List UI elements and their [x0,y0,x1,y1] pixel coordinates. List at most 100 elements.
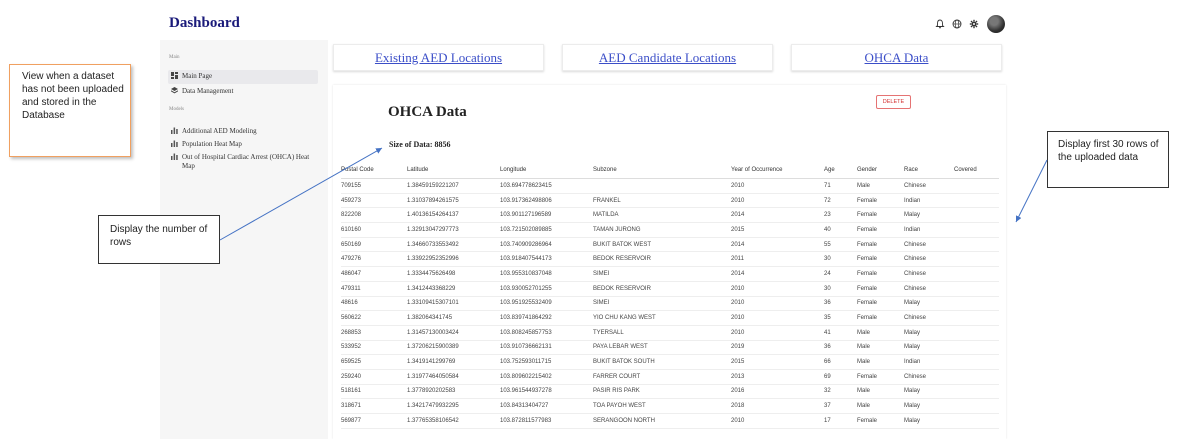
table-row: 822208 1.40136154264137 103.901127196589 MA… [341,207,999,224]
table-cell: Male [857,340,904,356]
table-cell: 40 [824,222,857,238]
avatar[interactable] [987,15,1005,33]
tab-aed-candidate-locations[interactable]: AED Candidate Locations [562,44,773,71]
table-cell: Chinese [904,237,954,253]
table-cell: SIMEI [593,266,731,282]
bar-chart-icon [171,140,178,150]
table-row: 650169 1.34660733553492 103.740909286964 BU… [341,237,999,253]
header-actions [933,15,1005,33]
tab-existing-aed-locations[interactable]: Existing AED Locations [333,44,544,71]
column-header[interactable]: Longitude [500,162,593,179]
sidebar-item-label: Main Page [182,72,213,80]
table-cell: 2013 [731,369,824,385]
table-cell: Female [857,222,904,238]
sidebar-item-additional-aed-modeling[interactable]: Additional AED Modeling [168,125,318,139]
table-cell: 103.740909286964 [500,237,593,253]
table-cell: Female [857,237,904,253]
table-cell: 1.3778920202583 [407,384,500,400]
table-cell: 32 [824,384,857,400]
table-cell: 103.84313404727 [500,398,593,414]
table-cell: 1.3334475626498 [407,266,500,282]
annotation-note-first-rows: Display first 30 rows of the uploaded da… [1047,131,1169,188]
table-cell [954,237,999,253]
table-cell: Female [857,266,904,282]
table-cell: 30 [824,281,857,297]
table-cell: 103.809602215402 [500,369,593,385]
gear-icon[interactable] [967,18,980,31]
table-cell: 2014 [731,237,824,253]
dashboard-icon [171,72,178,82]
table-cell: SERANGOON NORTH [593,413,731,429]
sidebar-item-main-page[interactable]: Main Page [168,70,318,84]
column-header[interactable]: Subzone [593,162,731,179]
table-cell: Female [857,296,904,312]
table-cell: 71 [824,178,857,194]
table-cell: BEDOK RESERVOIR [593,281,731,297]
table-cell [954,354,999,370]
delete-button[interactable]: DELETE [876,95,911,109]
table-cell: 650169 [341,237,407,253]
table-cell: Malay [904,340,954,356]
table-cell: Male [857,398,904,414]
table-cell: 103.721502089885 [500,222,593,238]
table-cell: 48616 [341,296,407,312]
table-cell: Malay [904,207,954,224]
sidebar-section-models: Models [169,107,184,112]
table-cell: 30 [824,251,857,268]
sidebar-item-label: Data Management [182,87,234,95]
bell-icon[interactable] [933,18,946,31]
arrow-to-table [1015,159,1048,223]
table-cell [954,222,999,238]
table-cell: 2015 [731,354,824,370]
table-cell: 533952 [341,340,407,356]
bar-chart-icon [171,153,178,163]
table-cell: 2019 [731,340,824,356]
table-cell: Female [857,369,904,385]
table-cell: BEDOK RESERVOIR [593,251,731,268]
column-header[interactable]: Age [824,162,857,179]
column-header[interactable]: Gender [857,162,904,179]
table-cell [954,384,999,400]
table-cell [954,398,999,414]
table-cell: 24 [824,266,857,282]
column-header[interactable]: Covered [954,162,999,179]
sidebar-item-data-management[interactable]: Data Management [168,85,318,99]
table-cell: 2010 [731,413,824,429]
page-title: OHCA Data [388,104,467,120]
table-cell: Female [857,413,904,429]
table-header-row: Postal Code Latitude Longitude Subzone Y… [341,162,999,179]
table-cell: 2011 [731,251,824,268]
column-header[interactable]: Latitude [407,162,500,179]
globe-icon[interactable] [950,18,963,31]
sidebar-item-population-heat-map[interactable]: Population Heat Map [168,138,318,152]
table-cell: 103.917362498806 [500,193,593,209]
table-cell: 1.40136154264137 [407,207,500,224]
table-cell: 103.839741864292 [500,310,593,326]
table-cell: Malay [904,296,954,312]
table-cell: Indian [904,354,954,370]
table-cell: PASIR RIS PARK [593,384,731,400]
table-cell: Chinese [904,281,954,297]
table-cell [954,369,999,385]
table-cell: 1.3419141299769 [407,354,500,370]
table-cell: Female [857,310,904,326]
tab-ohca-data[interactable]: OHCA Data [791,44,1002,71]
column-header[interactable]: Postal Code [341,162,407,179]
data-size-label: Size of Data: 8856 [389,140,451,149]
table-cell: Male [857,354,904,370]
table-row: 709155 1.38459159221207 103.694778623415 20… [341,178,999,194]
sidebar-item-ohca-heat-map[interactable]: Out of Hospital Cardiac Arrest (OHCA) He… [168,151,318,173]
column-header[interactable]: Race [904,162,954,179]
layers-icon [170,87,179,97]
table-cell: 709155 [341,178,407,194]
table-cell: PAYA LEBAR WEST [593,340,731,356]
table-body: 709155 1.38459159221207 103.694778623415 20… [341,178,999,429]
table-cell: 1.37206215900389 [407,340,500,356]
table-cell: 69 [824,369,857,385]
app-title: Dashboard [169,15,240,31]
table-cell [593,178,731,194]
table-cell: 103.955310837048 [500,266,593,282]
table-cell: 1.31037894261575 [407,193,500,209]
table-cell: 2016 [731,384,824,400]
column-header[interactable]: Year of Occurrence [731,162,824,179]
